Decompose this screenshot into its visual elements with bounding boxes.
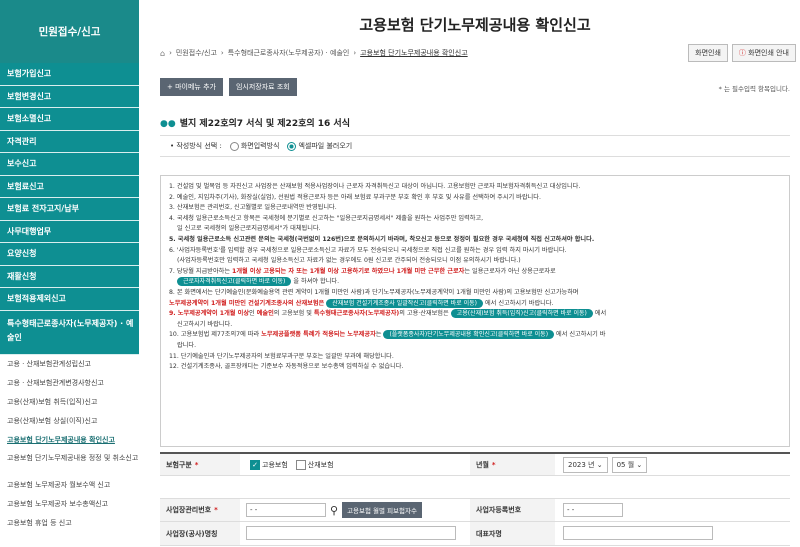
top-buttons: 화면인쇄 ⓘ 화면인쇄 안내 <box>688 44 796 62</box>
toolbar: + 마이메뉴 추가 임시저장자료 조회 <box>160 78 297 96</box>
section-title: ●● 별지 제22호의7 서식 및 제22호의 16 서식 <box>160 119 350 129</box>
sidebar: 민원접수/신고 보험가입신고 보험변경신고 보험소멸신고 자격관리 보수신고 보… <box>0 0 139 547</box>
sidebar-item-premium[interactable]: 보험료신고 <box>0 175 139 198</box>
sidebar-item-rehab[interactable]: 재활신청 <box>0 265 139 288</box>
form-row-site: 사업장(공사)명칭 대표자명 <box>160 522 790 546</box>
notice-line: 일 신고로 국세청의 일용근로지급명세서"가 대체됩니다. <box>177 225 321 233</box>
search-icon[interactable]: ⚲ <box>330 504 338 517</box>
breadcrumb-item[interactable]: 특수형태근로종사자(노무제공자) · 예술인 <box>228 48 350 58</box>
mode-excel-radio[interactable]: 엑셀파일 불러오기 <box>287 141 352 151</box>
sidebar-item-wage[interactable]: 보수신고 <box>0 153 139 176</box>
notice-line: 12. 건설기계조종사, 골프장캐디는 기준보수 자동적용으로 보수총액 입력하… <box>169 363 404 371</box>
breadcrumb-item[interactable]: 민원접수/신고 <box>176 48 217 58</box>
year-select[interactable]: 2023 년 ⌄ <box>563 456 608 473</box>
site-name-label: 사업장(공사)명칭 <box>160 522 240 545</box>
employment-checkbox[interactable]: ✓ 고용보험 <box>250 459 288 470</box>
sidebar-sub-acquire[interactable]: 고용(산재)보험 취득(입직)신고 <box>0 392 139 412</box>
notice-line: (사업자등록번호만 입력하고 국세청 일용소득신고 자료가 없는 경우에도 0원… <box>177 257 521 265</box>
mode-screen-radio[interactable]: 화면입력방식 <box>229 141 279 151</box>
sidebar-item-e-billing[interactable]: 보험료 전자고지/납부 <box>0 198 139 221</box>
notice-line: 3. 산재보험은 관리번호, 신고월별로 일용근로내역만 반영됩니다. <box>169 204 337 212</box>
mode-label: • 작성방식 선택 : <box>170 142 222 150</box>
notice-line: 9. 노무제공계약이 1개월 이상인 예술인의 고용보험 및 특수형태근로종사자… <box>169 309 607 319</box>
biz-reg-label: 사업자등록번호 <box>470 499 555 521</box>
sidebar-sub-establish[interactable]: 고용 · 산재보험관계성립신고 <box>0 354 139 374</box>
representative-label: 대표자명 <box>470 522 555 545</box>
sidebar-sub-relation-change[interactable]: 고용 · 산재보험관계변경사항신고 <box>0 373 139 393</box>
check-icon: ✓ <box>250 459 260 470</box>
acquire-entry-link-button[interactable]: 고용(산재)보험 취득(입직)신고(클릭하면 바로 이동) <box>450 309 593 319</box>
sidebar-sub-leave[interactable]: 고용보험 휴업 등 신고 <box>0 513 139 533</box>
month-select[interactable]: 05 월 ⌄ <box>611 456 648 473</box>
radio-on-icon <box>287 141 297 151</box>
industrial-checkbox[interactable]: 산재보험 <box>295 459 334 470</box>
notice-line: 4. 국세청 일용근로소득신고 항목은 국세청에 분기별로 신고하는 "일용근로… <box>169 214 484 222</box>
notice-line: 5. 국세청 일용근로소득 신고관련 문의는 국세청(국번없이 126번)으로 … <box>169 235 595 243</box>
mode-selector: • 작성방식 선택 : 화면입력방식 엑셀파일 불러오기 <box>160 135 790 157</box>
notice-line: 6. '사업자등록번호'를 입력할 경우 국세청으로 일용근로소득신고 자료가 … <box>169 246 567 254</box>
breadcrumb-current[interactable]: 고용보험 단기노무제공내용 확인신고 <box>360 48 468 58</box>
notice-line: 8. 본 화면에서는 단기예술인(문화예술용역 관련 계약이 1개월 미만인 사… <box>169 288 579 296</box>
alert-icon: ⓘ <box>738 49 749 57</box>
representative-input[interactable] <box>563 525 713 540</box>
radio-off-icon <box>229 141 239 151</box>
sidebar-sub-total-wage[interactable]: 고용보험 노무제공자 보수총액신고 <box>0 494 139 514</box>
chevron-down-icon: ⌄ <box>596 460 603 469</box>
monthly-insured-lookup-button[interactable]: 고용보험 월별 피보험자수 <box>342 502 422 518</box>
notice-line: 7. 당당월 지급받아하는 1개월 이상 고용되는 자 또는 1개월 이상 고용… <box>169 267 556 275</box>
sidebar-title: 민원접수/신고 <box>0 0 139 63</box>
sidebar-item-extinction[interactable]: 보험소멸신고 <box>0 108 139 131</box>
notice-line: 2. 예술인, 지입차주(기사), 화장실(실업), 선원법 적용근로자 등은 … <box>169 193 541 201</box>
required-note: * 는 필수입력 항목입니다. <box>718 85 790 93</box>
checkbox-empty-icon <box>295 459 306 470</box>
print-button[interactable]: 화면인쇄 <box>688 44 728 62</box>
sidebar-item-change[interactable]: 보험변경신고 <box>0 85 139 108</box>
sidebar-item-care[interactable]: 요양신청 <box>0 243 139 266</box>
site-name-input[interactable] <box>246 525 456 540</box>
notice-line: 신고하시기 바랍니다. <box>177 320 233 328</box>
sidebar-item-exclusion[interactable]: 보험적용제외신고 <box>0 288 139 311</box>
form-row-mgmt: 사업장관리번호 * - - ⚲ 고용보험 월별 피보험자수 사업자등록번호 - - <box>160 498 790 522</box>
notice-line: 1. 건설업 및 벌목업 등 자진신고 사업장은 산재보험 적용사업장이나 근로… <box>169 183 581 190</box>
notice-line: 11. 단기예술인과 단기노무제공자의 보험료부과구분 부호는 일괄만 부과에 … <box>169 352 394 360</box>
insurance-type-label: 보험구분 * <box>160 454 240 475</box>
platform-link-button[interactable]: (플랫폼종사자)단기노무제공내용 확인신고(클릭하면 바로 이동) <box>383 330 555 340</box>
notice-line: 랍니다. <box>177 341 197 349</box>
sidebar-item-agency[interactable]: 사무대행업무 <box>0 220 139 243</box>
temp-load-button[interactable]: 임시저장자료 조회 <box>228 78 297 96</box>
sidebar-sub-loss[interactable]: 고용(산재)보험 상실(이직)신고 <box>0 411 139 431</box>
main-content: 고용보험 단기노무제공내용 확인신고 ⌂ › 민원접수/신고 › 특수형태근로종… <box>160 0 796 547</box>
biz-reg-input[interactable]: - - <box>563 503 623 517</box>
mgmt-no-input[interactable]: - - <box>246 503 326 517</box>
construction-link-button[interactable]: 산재보험 건설기계조종사 일괄작신고(클릭하면 바로 이동) <box>326 298 483 308</box>
add-mymenu-button[interactable]: + 마이메뉴 추가 <box>160 78 223 96</box>
chevron-down-icon: ⌄ <box>636 460 643 469</box>
page-title: 고용보험 단기노무제공내용 확인신고 <box>359 16 591 34</box>
section-bullet-icon: ●● <box>160 119 176 129</box>
breadcrumb: ⌂ › 민원접수/신고 › 특수형태근로종사자(노무제공자) · 예술인 › 고… <box>160 48 468 58</box>
notice-box: 1. 건설업 및 벌목업 등 자진신고 사업장은 산재보험 적용사업장이나 근로… <box>160 175 790 447</box>
sidebar-sub-monthly-wage[interactable]: 고용보험 노무제공자 월보수액 신고 <box>0 475 139 495</box>
form-row-insurance: 보험구분 * ✓ 고용보험 산재보험 년월 * 2023 년 ⌄ 05 월 ⌄ <box>160 452 790 476</box>
notice-line: 10. 고용보험법 제77조의7에 따라 노무제공플랫폼 특례가 적용되는 노무… <box>169 330 606 340</box>
mgmt-no-label: 사업장관리번호 * <box>160 499 240 521</box>
print-guide-button[interactable]: ⓘ 화면인쇄 안내 <box>731 44 796 62</box>
acquire-link-button[interactable]: 근로자자격취득신고(클릭하면 바로 이동) <box>177 277 292 287</box>
sidebar-item-join[interactable]: 보험가입신고 <box>0 63 139 86</box>
sidebar-sub-short-term-correct[interactable]: 고용보험 단기노무제공내용 정정 및 취소신고 <box>0 449 139 476</box>
sidebar-item-qualification[interactable]: 자격관리 <box>0 130 139 153</box>
sidebar-sub-short-term-confirm[interactable]: 고용보험 단기노무제공내용 확인신고 <box>0 430 139 450</box>
notice-line: 노무제공계약이 1개월 미만인 건설기계조종사의 산재보험은 산재보험 건설기계… <box>169 298 554 308</box>
home-icon[interactable]: ⌂ <box>160 49 165 58</box>
sidebar-item-special-workers[interactable]: 특수형태근로종사자(노무제공자) · 예술인 <box>0 310 139 355</box>
notice-line: 근로자자격취득신고(클릭하면 바로 이동) 을 하셔야 합니다. <box>169 277 781 288</box>
year-month-label: 년월 * <box>470 454 555 475</box>
